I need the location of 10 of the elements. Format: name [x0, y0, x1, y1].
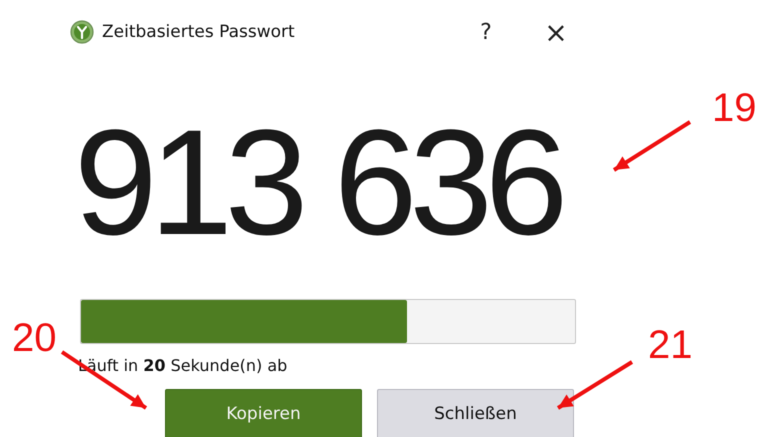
callout-number: 19 [712, 88, 756, 128]
window-title: Zeitbasiertes Passwort [102, 22, 296, 42]
close-dialog-button[interactable]: Schließen [377, 389, 574, 437]
close-button[interactable]: × [536, 16, 576, 48]
app-logo-icon [70, 20, 94, 44]
password-code: 913 636 [74, 107, 562, 257]
copy-button[interactable]: Kopieren [165, 389, 362, 437]
callout-number: 20 [12, 318, 56, 358]
help-button[interactable]: ? [466, 20, 506, 44]
callout-number: 21 [648, 325, 692, 365]
